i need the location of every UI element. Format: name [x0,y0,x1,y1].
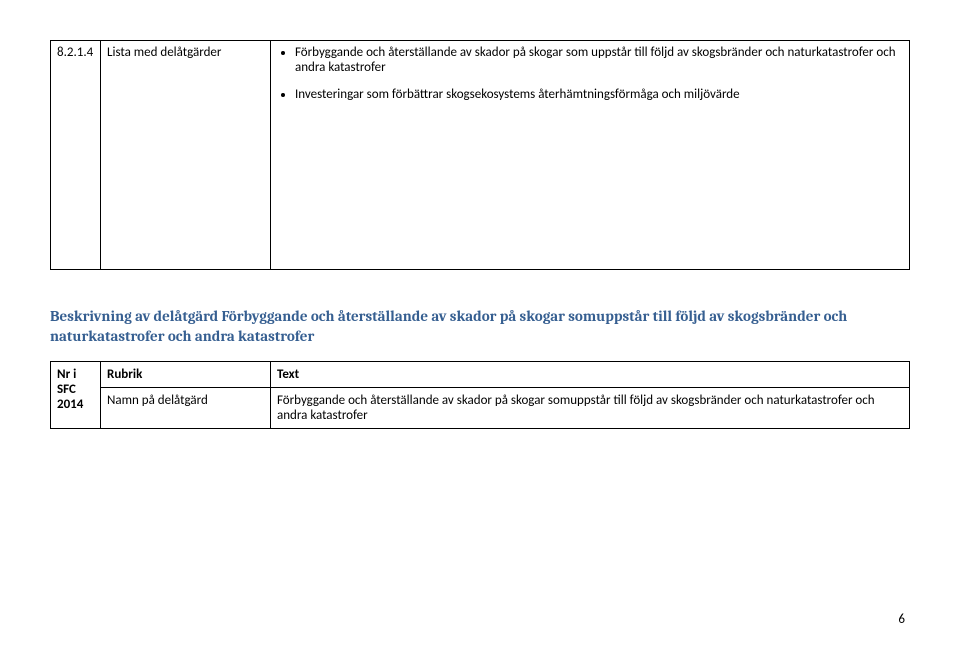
table-subactions: 8.2.1.4 Lista med delåtgärder Förbyggand… [50,40,910,270]
cell-rubrik-value: Namn på delåtgärd [101,387,271,428]
header-cell-nr: Nr i SFC 2014 [51,361,101,428]
table-description: Nr i SFC 2014 Rubrik Text Namn på delåtg… [50,361,910,429]
cell-label: Lista med delåtgärder [101,41,271,270]
page-number: 6 [898,612,905,627]
table-row: Namn på delåtgärd Förbyggande och återst… [51,387,910,428]
section-heading: Beskrivning av delåtgärd Förbyggande och… [50,306,910,347]
cell-ref: 8.2.1.4 [51,41,101,270]
table-row: 8.2.1.4 Lista med delåtgärder Förbyggand… [51,41,910,270]
table-row: Nr i SFC 2014 Rubrik Text [51,361,910,387]
header-cell-rubrik: Rubrik [101,361,271,387]
list-item: Förbyggande och återställande av skador … [295,45,903,75]
header-cell-text: Text [271,361,910,387]
cell-content: Förbyggande och återställande av skador … [271,41,910,270]
list-item: Investeringar som förbättrar skogsekosys… [295,87,903,102]
bullet-list: Förbyggande och återställande av skador … [277,45,903,102]
cell-text-value: Förbyggande och återställande av skador … [271,387,910,428]
